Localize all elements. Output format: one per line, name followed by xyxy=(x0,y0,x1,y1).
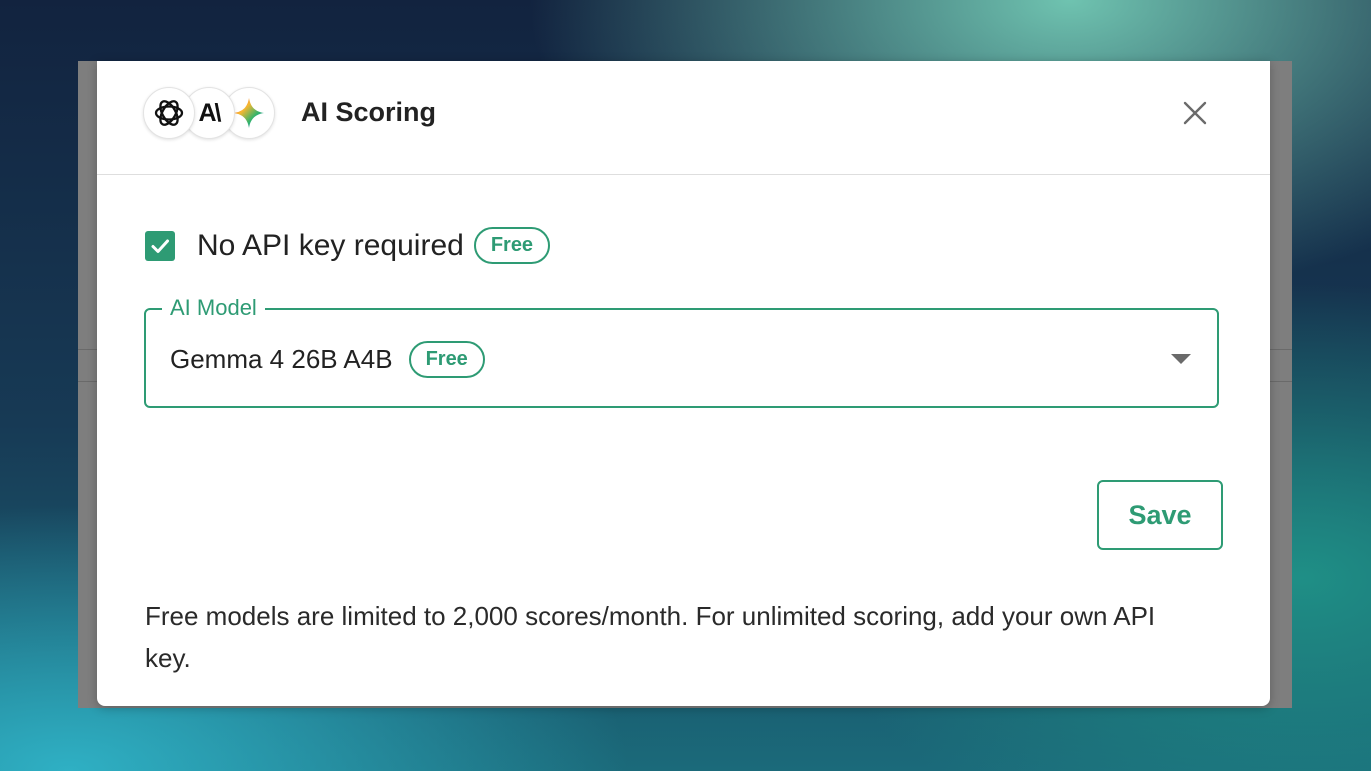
ai-model-dropdown[interactable]: Gemma 4 26B A4B Free xyxy=(144,308,1219,408)
model-free-badge: Free xyxy=(408,341,485,378)
dialog-title: AI Scoring xyxy=(301,97,437,127)
ai-model-select: Gemma 4 26B A4B Free AI Model xyxy=(144,296,1223,408)
selected-model-name: Gemma 4 26B A4B xyxy=(170,344,393,374)
free-badge: Free xyxy=(473,227,551,264)
openai-icon xyxy=(143,87,195,139)
dialog-header: A\ AI Scoring xyxy=(97,61,1270,175)
close-icon xyxy=(1183,101,1207,125)
no-api-key-label: No API key required xyxy=(197,228,464,262)
caret-down-icon xyxy=(1171,354,1191,364)
usage-limit-note: Free models are limited to 2,000 scores/… xyxy=(145,601,1156,673)
no-api-key-checkbox[interactable] xyxy=(145,230,175,261)
save-button[interactable]: Save xyxy=(1097,480,1223,550)
ai-scoring-dialog: A\ AI Scoring No API key required Free G… xyxy=(97,61,1270,706)
anthropic-logo-text: A\ xyxy=(198,98,222,127)
no-api-key-option: No API key required Free xyxy=(145,227,551,264)
selected-model: Gemma 4 26B A4B Free xyxy=(170,341,485,378)
checkmark-icon xyxy=(151,239,169,253)
close-button[interactable] xyxy=(1180,98,1210,128)
provider-logos: A\ xyxy=(143,87,277,139)
ai-model-label: AI Model xyxy=(162,296,265,320)
